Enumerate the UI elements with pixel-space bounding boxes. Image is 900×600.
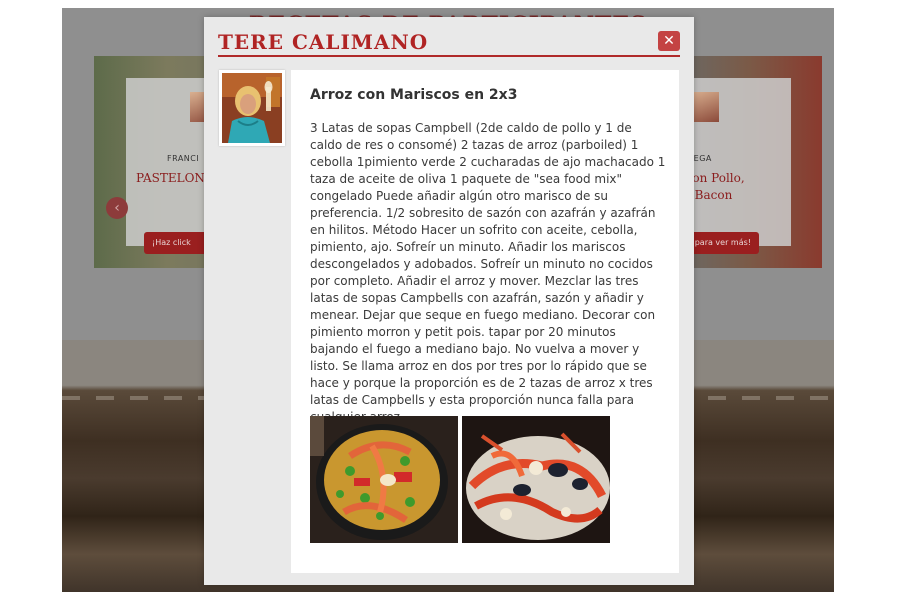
card-title: PASTELON xyxy=(136,171,205,185)
author-photo xyxy=(222,73,282,143)
author-avatar xyxy=(219,70,285,146)
recipe-panel: Arroz con Mariscos en 2x3 3 Latas de sop… xyxy=(291,70,679,573)
close-button[interactable]: ✕ xyxy=(658,31,680,51)
carousel-prev-icon: ‹ xyxy=(106,197,128,219)
seafood-plate-image xyxy=(462,416,610,543)
recipe-photo[interactable] xyxy=(462,416,610,543)
modal-header: TERE CALIMANO ✕ xyxy=(218,29,680,57)
card-author: FRANCI xyxy=(167,154,200,163)
paella-pan-image xyxy=(310,416,458,543)
author-name: TERE CALIMANO xyxy=(218,30,429,54)
carousel-card-right: A ORTEGA da con Pollo, es y Bacon para v… xyxy=(663,78,791,254)
recipe-title: Arroz con Mariscos en 2x3 xyxy=(310,87,518,103)
recipe-photo[interactable] xyxy=(310,416,458,543)
recipe-modal: TERE CALIMANO ✕ Arroz con Mariscos en 2x… xyxy=(204,17,694,585)
recipe-body: 3 Latas de sopas Campbell (2de caldo de … xyxy=(310,121,666,424)
